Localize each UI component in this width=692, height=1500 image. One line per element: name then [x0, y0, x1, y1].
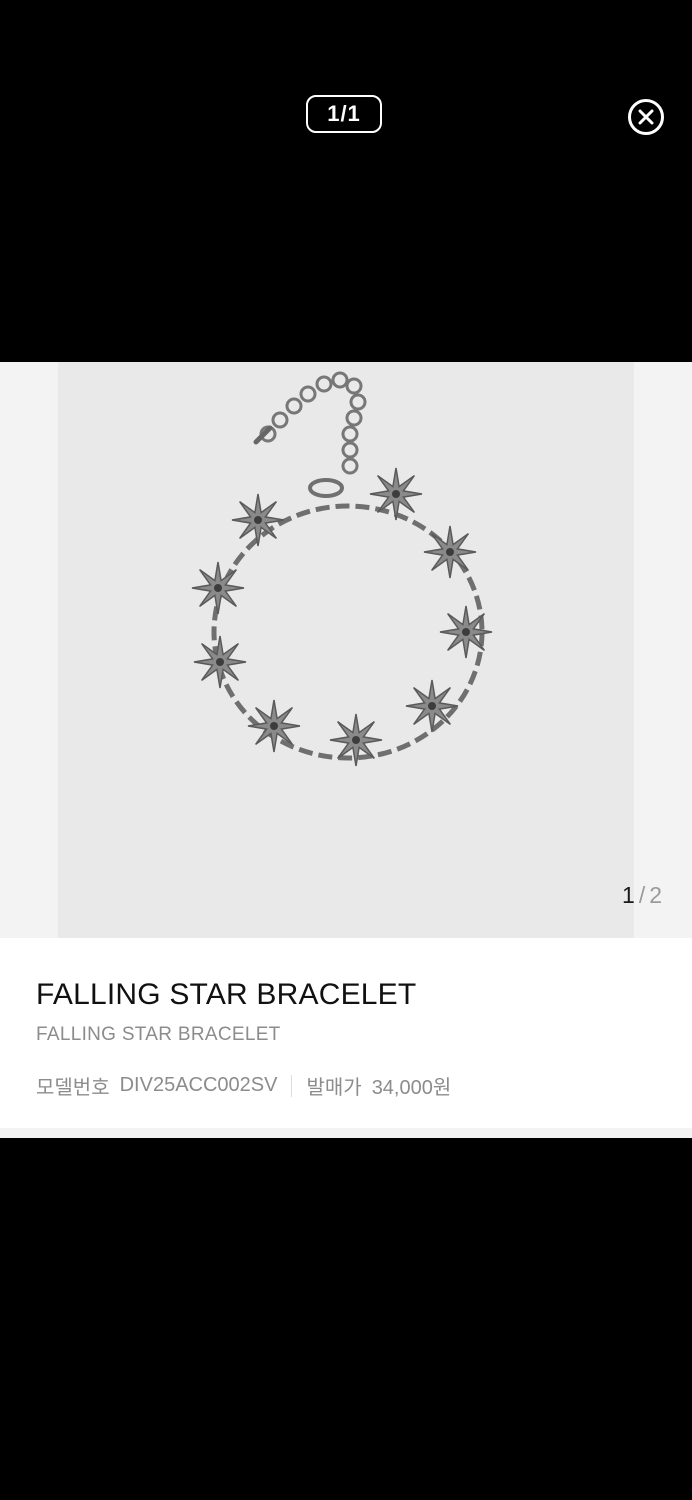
meta-divider — [291, 1074, 293, 1097]
product-title: FALLING STAR BRACELET — [36, 978, 417, 1011]
release-price-label: 발매가 — [306, 1077, 362, 1099]
bracelet-image — [191, 371, 493, 767]
card-bottom-strip — [0, 1128, 692, 1138]
product-image[interactable] — [58, 362, 634, 938]
product-meta: 모델번호 DIV25ACC002SV 발매가 34,000원 — [36, 1071, 451, 1100]
image-counter: 1/2 — [622, 882, 662, 909]
page-indicator: 1/1 — [306, 95, 382, 133]
product-info: FALLING STAR BRACELET FALLING STAR BRACE… — [0, 938, 692, 1128]
close-icon — [638, 109, 654, 125]
release-price-value: 34,000원 — [371, 1077, 452, 1099]
product-subtitle: FALLING STAR BRACELET — [36, 1024, 281, 1045]
image-counter-current: 1 — [622, 882, 635, 908]
image-counter-separator: / — [638, 882, 646, 908]
viewer-top-bar: 1/1 — [0, 0, 692, 362]
image-gallery[interactable]: 1/2 — [0, 362, 692, 938]
close-button[interactable] — [628, 99, 664, 135]
product-card: 1/2 FALLING STAR BRACELET FALLING STAR B… — [0, 362, 692, 1138]
image-counter-total: 2 — [649, 882, 662, 908]
model-number-label: 모델번호 — [36, 1077, 110, 1099]
model-number-value: DIV25ACC002SV — [119, 1074, 278, 1096]
